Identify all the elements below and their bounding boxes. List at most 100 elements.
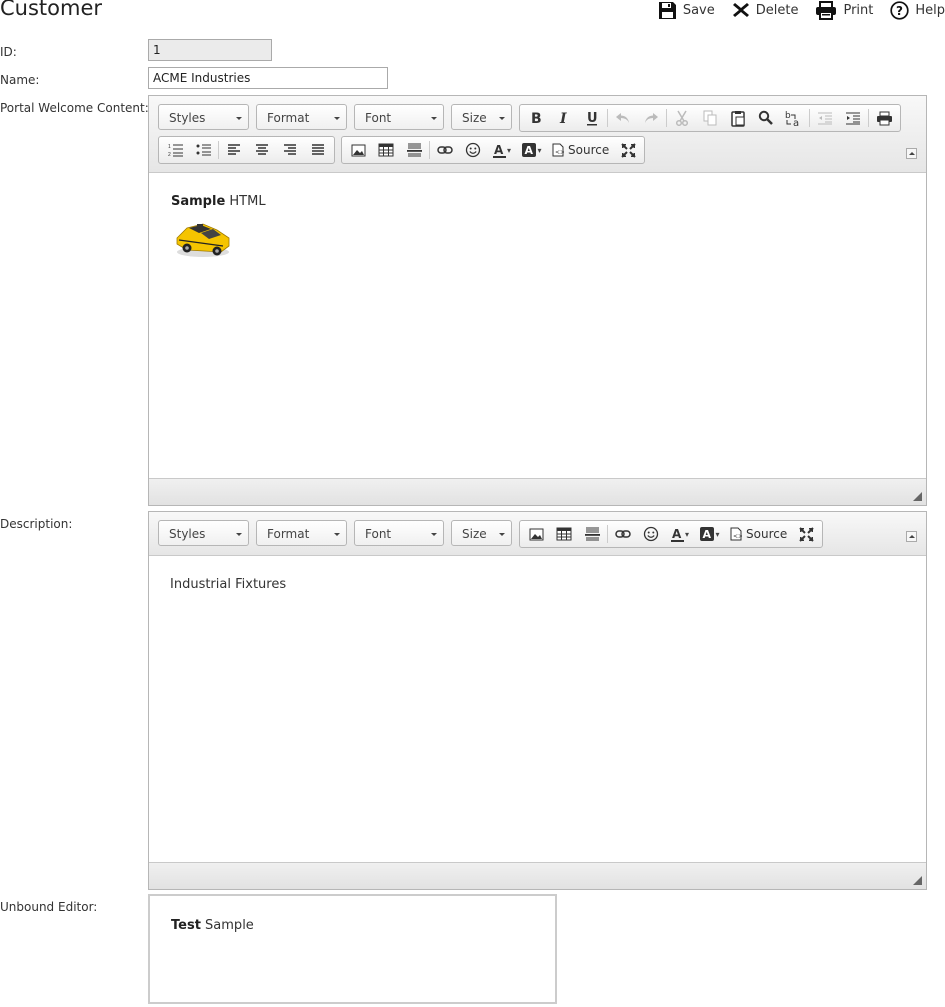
editor-status-bar	[149, 478, 926, 505]
italic-button[interactable]: I	[550, 106, 578, 130]
basic-styles-group: B I U ba	[519, 104, 901, 132]
styles-dropdown[interactable]: Styles	[158, 104, 249, 130]
printer-icon	[876, 111, 892, 125]
table-icon	[378, 143, 394, 157]
bold-icon: B	[531, 111, 542, 125]
delete-label: Delete	[755, 2, 799, 18]
source-icon: <>	[552, 143, 564, 157]
svg-text:2: 2	[168, 152, 171, 157]
redo-icon	[645, 113, 658, 123]
indent-button[interactable]	[839, 106, 867, 130]
editor-status-bar	[149, 862, 926, 889]
size-dropdown[interactable]: Size	[451, 104, 512, 130]
unbound-editor[interactable]: Test Sample	[148, 894, 557, 1004]
outdent-icon	[818, 112, 832, 125]
id-label: ID:	[0, 45, 17, 59]
link-button[interactable]	[431, 138, 459, 162]
bullet-list-button[interactable]	[189, 138, 217, 162]
text-color-icon: A	[670, 527, 684, 542]
horizontal-line-button[interactable]	[400, 138, 428, 162]
name-field[interactable]	[148, 67, 388, 89]
svg-text:A: A	[703, 528, 712, 541]
background-color-icon: A	[700, 527, 715, 541]
replace-icon: ba	[785, 111, 799, 127]
id-field[interactable]	[148, 39, 272, 61]
smiley-button[interactable]	[459, 138, 487, 162]
image-icon	[351, 144, 365, 156]
font-dropdown[interactable]: Font	[354, 104, 444, 130]
italic-icon: I	[559, 111, 567, 125]
find-button[interactable]	[752, 106, 780, 130]
background-color-button[interactable]: A ▾	[695, 522, 725, 546]
align-center-button[interactable]	[248, 138, 276, 162]
maximize-icon	[799, 526, 814, 542]
separator	[607, 525, 608, 543]
collapse-toolbar-button[interactable]	[906, 531, 917, 542]
table-button[interactable]	[372, 138, 400, 162]
justify-button[interactable]	[304, 138, 332, 162]
svg-text:A: A	[494, 143, 504, 157]
background-color-button[interactable]: A ▾	[517, 138, 547, 162]
horizontal-line-icon	[406, 143, 422, 156]
align-right-button[interactable]	[276, 138, 304, 162]
cut-button[interactable]	[668, 106, 696, 130]
format-label: Format	[267, 111, 310, 125]
text-color-button[interactable]: A ▾	[665, 522, 695, 546]
text-color-button[interactable]: A ▾	[487, 138, 517, 162]
align-left-icon	[228, 144, 240, 155]
image-button[interactable]	[344, 138, 372, 162]
printer-icon	[816, 0, 837, 20]
link-button[interactable]	[609, 522, 637, 546]
source-button[interactable]: <> Source	[725, 522, 792, 546]
font-label: Font	[365, 111, 392, 125]
print-button[interactable]: Print	[815, 0, 873, 20]
editor-toolbar: Styles Format Font Size A ▾ A ▾ <> Source	[149, 512, 926, 556]
image-button[interactable]	[522, 522, 550, 546]
delete-button[interactable]: Delete	[732, 1, 799, 19]
horizontal-line-button[interactable]	[578, 522, 606, 546]
font-label: Font	[365, 527, 392, 541]
outdent-button[interactable]	[811, 106, 839, 130]
svg-text:?: ?	[896, 4, 903, 18]
svg-text:1: 1	[168, 144, 171, 150]
font-dropdown[interactable]: Font	[354, 520, 444, 546]
underline-button[interactable]: U	[578, 106, 606, 130]
align-left-button[interactable]	[220, 138, 248, 162]
resize-handle-icon[interactable]	[913, 876, 922, 885]
numbered-list-button[interactable]: 12	[161, 138, 189, 162]
format-dropdown[interactable]: Format	[256, 104, 347, 130]
paste-button[interactable]	[724, 106, 752, 130]
unbound-content-text: Test Sample	[171, 918, 254, 933]
size-dropdown[interactable]: Size	[451, 520, 512, 546]
unbound-editor-label: Unbound Editor:	[0, 900, 98, 914]
copy-button[interactable]	[696, 106, 724, 130]
editor-toolbar: Styles Format Font Size B I U ba 1 2 A ▾…	[149, 96, 926, 173]
undo-button[interactable]	[609, 106, 637, 130]
scissors-icon	[675, 110, 689, 126]
maximize-button[interactable]	[792, 522, 820, 546]
bold-button[interactable]: B	[522, 106, 550, 130]
format-dropdown[interactable]: Format	[256, 520, 347, 546]
table-button[interactable]	[550, 522, 578, 546]
styles-dropdown[interactable]: Styles	[158, 520, 249, 546]
print-content-button[interactable]	[870, 106, 898, 130]
source-button[interactable]: <> Source	[547, 138, 614, 162]
maximize-icon	[621, 142, 636, 158]
smiley-button[interactable]	[637, 522, 665, 546]
collapse-toolbar-button[interactable]	[906, 148, 917, 159]
help-button[interactable]: ? Help	[890, 0, 945, 20]
help-label: Help	[915, 2, 945, 18]
svg-text:<>: <>	[555, 149, 564, 156]
maximize-button[interactable]	[614, 138, 642, 162]
resize-handle-icon[interactable]	[913, 492, 922, 501]
text-color-icon: A	[492, 143, 506, 158]
source-icon: <>	[730, 527, 742, 541]
source-label: Source	[746, 527, 788, 541]
justify-icon	[312, 144, 324, 155]
insert-group: A ▾ A ▾ <> Source	[341, 136, 646, 164]
redo-button[interactable]	[637, 106, 665, 130]
save-button[interactable]: Save	[658, 1, 715, 20]
smiley-icon	[643, 526, 659, 542]
replace-button[interactable]: ba	[780, 106, 808, 130]
copy-icon	[703, 110, 717, 126]
